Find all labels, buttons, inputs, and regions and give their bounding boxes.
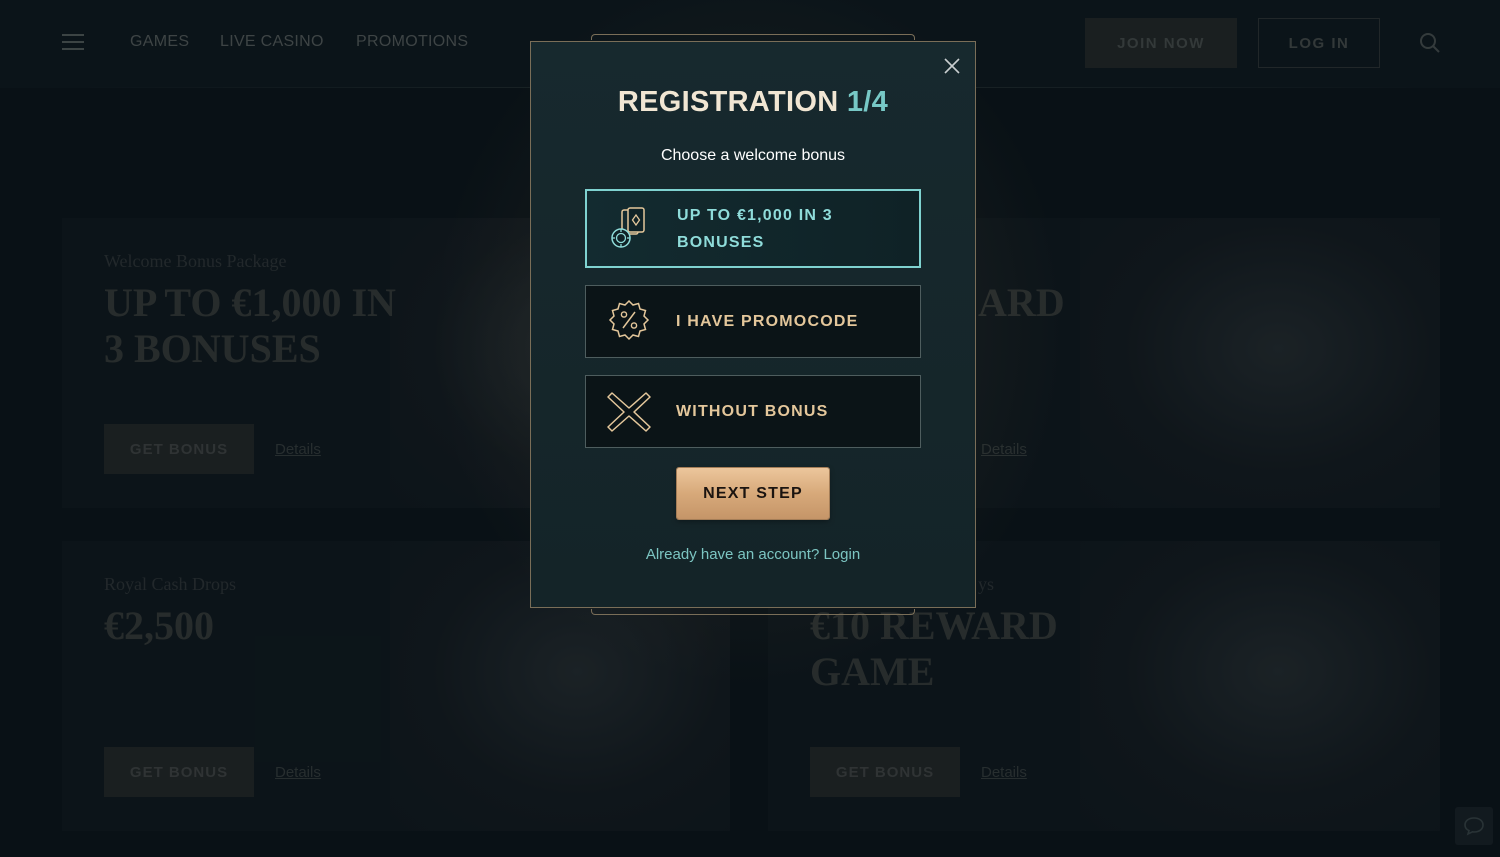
login-prompt-text: Already have an account? bbox=[645, 546, 820, 563]
option-label: I HAVE PROMOCODE bbox=[676, 313, 859, 330]
modal-subtitle: Choose a welcome bonus bbox=[660, 147, 846, 164]
login-link[interactable]: Login bbox=[823, 546, 860, 563]
option-label: UP TO €1,000 IN 3 BONUSES bbox=[677, 206, 833, 251]
modal-ornament-bottom bbox=[591, 609, 915, 615]
option-promocode[interactable]: I HAVE PROMOCODE bbox=[585, 285, 921, 358]
option-welcome-bonus[interactable]: UP TO €1,000 IN 3 BONUSES bbox=[585, 189, 921, 268]
next-step-button[interactable]: NEXT STEP bbox=[677, 468, 829, 519]
cards-chip-icon bbox=[611, 206, 645, 248]
modal-title: REGISTRATION 1/4 bbox=[531, 86, 975, 119]
option-label: WITHOUT BONUS bbox=[676, 403, 829, 420]
modal-ornament-top bbox=[591, 34, 915, 40]
login-prompt: Already have an account? Login bbox=[531, 546, 975, 563]
step-indicator: 1/4 bbox=[846, 86, 889, 118]
cross-icon bbox=[607, 391, 651, 432]
option-without-bonus[interactable]: WITHOUT BONUS bbox=[585, 375, 921, 448]
close-icon[interactable] bbox=[942, 56, 962, 76]
registration-modal: REGISTRATION 1/4 Choose a welcome bonus … bbox=[530, 34, 976, 615]
percent-badge-icon bbox=[608, 299, 650, 340]
registration-title: REGISTRATION bbox=[617, 86, 839, 118]
